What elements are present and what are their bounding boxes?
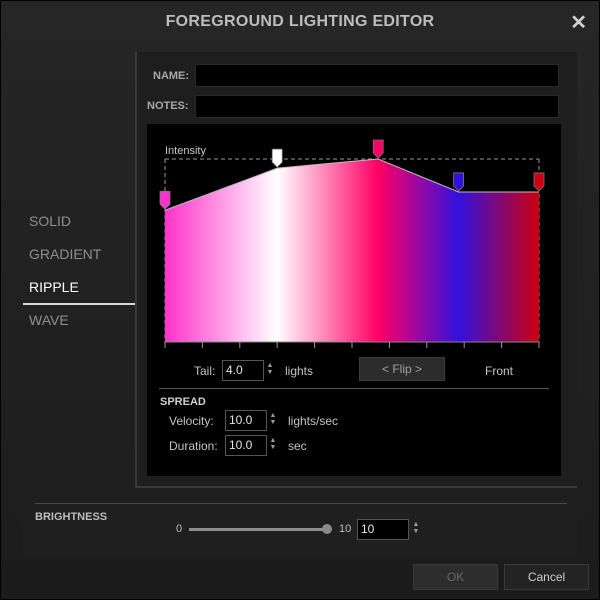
- tail-unit: lights: [285, 364, 314, 378]
- duration-stepper-icon[interactable]: ▲ ▼: [269, 437, 277, 451]
- mode-sidebar: SOLID GRADIENT RIPPLE WAVE: [23, 206, 135, 338]
- ok-button[interactable]: OK: [413, 564, 498, 590]
- brightness-panel: BRIGHTNESS 0 10 10 ▲ ▼: [23, 491, 577, 555]
- brightness-title: BRIGHTNESS: [35, 511, 108, 523]
- name-input[interactable]: [195, 64, 559, 87]
- tail-input[interactable]: 4.0: [222, 360, 264, 381]
- intensity-area: [165, 159, 539, 342]
- velocity-unit: lights/sec: [288, 414, 339, 428]
- brightness-divider: [35, 503, 567, 504]
- ripple-editor: Intensity Tail: 4.0 ▲ ▼ lights < Flip > F…: [147, 124, 561, 476]
- notes-input[interactable]: [195, 95, 559, 118]
- brightness-input[interactable]: 10: [357, 519, 409, 540]
- sidebar-item-wave[interactable]: WAVE: [23, 305, 135, 338]
- close-icon[interactable]: ✕: [570, 11, 587, 35]
- velocity-input[interactable]: 10.0: [225, 410, 267, 431]
- tail-label: Tail:: [194, 364, 216, 378]
- front-label: Front: [485, 364, 514, 378]
- main-panel: NAME: NOTES: Intensity Tail: 4.0 ▲ ▼ lig…: [135, 52, 577, 488]
- brightness-max-label: 10: [339, 523, 352, 535]
- name-label: NAME:: [153, 70, 190, 82]
- intensity-label: Intensity: [165, 145, 206, 157]
- tail-stepper-icon[interactable]: ▲ ▼: [266, 362, 274, 376]
- dialog-title: FOREGROUND LIGHTING EDITOR: [165, 13, 435, 30]
- velocity-stepper-icon[interactable]: ▲ ▼: [269, 412, 277, 426]
- duration-input[interactable]: 10.0: [225, 435, 267, 456]
- sidebar-item-ripple[interactable]: RIPPLE: [23, 272, 135, 305]
- color-stop-marker[interactable]: [533, 172, 545, 192]
- spread-divider: [159, 388, 549, 389]
- brightness-slider-thumb[interactable]: [322, 524, 332, 534]
- cancel-button[interactable]: Cancel: [504, 564, 589, 590]
- sidebar-item-gradient[interactable]: GRADIENT: [23, 239, 135, 272]
- timeline-ticks: [164, 342, 540, 348]
- sidebar-item-solid[interactable]: SOLID: [23, 206, 135, 239]
- brightness-min-label: 0: [176, 523, 183, 535]
- spread-title: SPREAD: [160, 396, 206, 408]
- brightness-slider-fill: [189, 528, 327, 531]
- intensity-graph[interactable]: Intensity: [147, 124, 561, 354]
- color-stop-marker[interactable]: [271, 148, 283, 168]
- lighting-editor-dialog: FOREGROUND LIGHTING EDITOR ✕ SOLID GRADI…: [0, 0, 600, 600]
- duration-label: Duration:: [169, 439, 218, 453]
- brightness-slider[interactable]: [189, 524, 332, 534]
- duration-unit: sec: [288, 439, 307, 453]
- color-stop-marker[interactable]: [372, 139, 384, 159]
- notes-label: NOTES:: [147, 100, 189, 112]
- velocity-label: Velocity:: [169, 414, 214, 428]
- flip-button[interactable]: < Flip >: [359, 357, 445, 381]
- color-stop-marker[interactable]: [159, 190, 171, 210]
- brightness-stepper-icon[interactable]: ▲ ▼: [412, 521, 420, 535]
- color-stop-marker[interactable]: [453, 172, 464, 192]
